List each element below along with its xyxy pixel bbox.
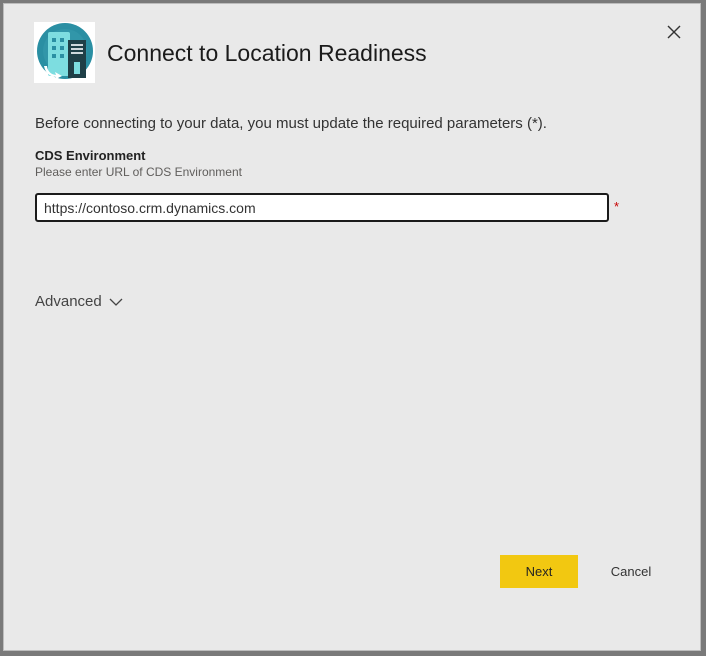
close-icon: [667, 25, 681, 39]
building-icon: [34, 22, 95, 83]
cancel-button[interactable]: Cancel: [600, 555, 662, 588]
intro-text: Before connecting to your data, you must…: [35, 115, 547, 132]
required-marker: *: [614, 199, 620, 214]
chevron-down-icon: [109, 298, 123, 306]
advanced-toggle[interactable]: Advanced: [35, 291, 124, 313]
cds-environment-help: Please enter URL of CDS Environment: [35, 165, 242, 179]
cds-environment-input[interactable]: [35, 193, 609, 222]
dialog-title: Connect to Location Readiness: [107, 40, 427, 66]
connect-dialog: Connect to Location Readiness Before con…: [3, 3, 701, 651]
close-button[interactable]: [664, 22, 684, 42]
next-button[interactable]: Next: [500, 555, 578, 588]
advanced-label: Advanced: [35, 293, 102, 310]
cds-environment-label: CDS Environment: [35, 148, 146, 163]
